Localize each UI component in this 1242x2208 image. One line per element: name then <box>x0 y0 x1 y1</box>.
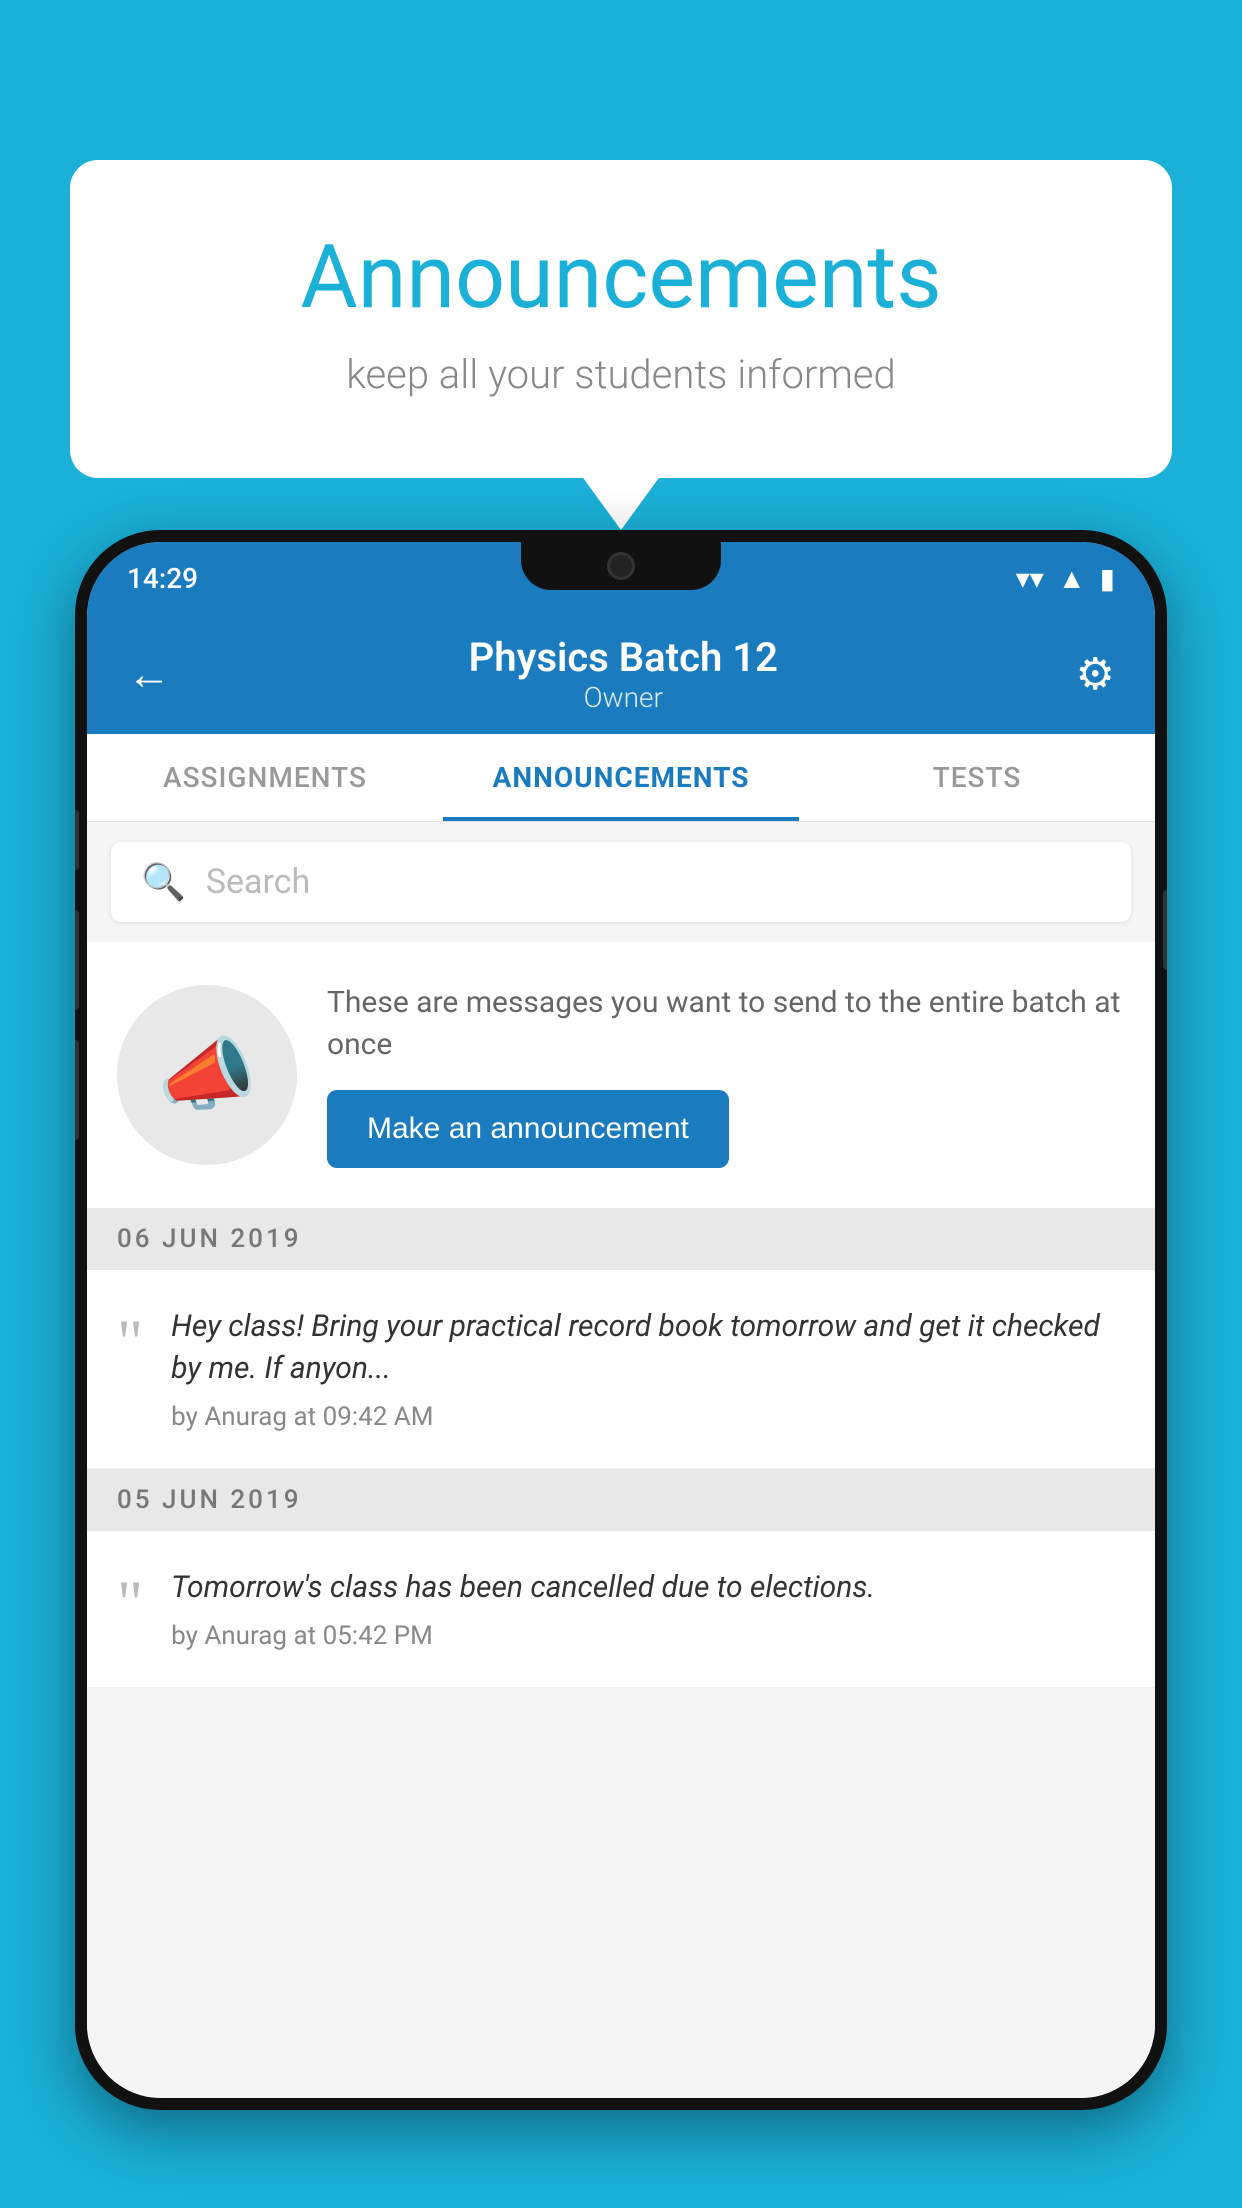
speech-bubble: Announcements keep all your students inf… <box>70 160 1172 478</box>
search-bar[interactable]: 🔍 Search <box>111 842 1131 922</box>
announcement-meta-2: by Anurag at 05:42 PM <box>171 1621 1125 1651</box>
bubble-subtitle: keep all your students informed <box>150 351 1092 398</box>
mute-button <box>75 810 79 870</box>
tab-tests[interactable]: TESTS <box>799 734 1155 821</box>
megaphone-icon: 📣 <box>157 1028 257 1122</box>
announcement-meta-1: by Anurag at 09:42 AM <box>171 1402 1125 1432</box>
status-icons: ▾▾ ▲ ▮ <box>1016 562 1115 595</box>
search-input[interactable]: Search <box>206 862 310 902</box>
promo-description: These are messages you want to send to t… <box>327 982 1125 1066</box>
announcement-text-1: Hey class! Bring your practical record b… <box>171 1306 1125 1390</box>
wifi-icon: ▾▾ <box>1016 562 1044 595</box>
header-subtitle: Owner <box>469 681 778 714</box>
tabs-bar: ASSIGNMENTS ANNOUNCEMENTS TESTS <box>87 734 1155 822</box>
announcement-item-2[interactable]: " Tomorrow's class has been cancelled du… <box>87 1531 1155 1688</box>
date-divider-1: 06 JUN 2019 <box>87 1208 1155 1270</box>
promo-content: These are messages you want to send to t… <box>327 982 1125 1168</box>
front-camera <box>607 552 635 580</box>
phone-outer: 14:29 ▾▾ ▲ ▮ ← Physics Batch 12 Owner ⚙ <box>75 530 1167 2110</box>
quote-icon-2: " <box>117 1571 143 1635</box>
announcement-text-2: Tomorrow's class has been cancelled due … <box>171 1567 1125 1609</box>
tab-announcements[interactable]: ANNOUNCEMENTS <box>443 734 799 821</box>
bubble-title: Announcements <box>150 230 1092 327</box>
date-divider-2: 05 JUN 2019 <box>87 1469 1155 1531</box>
signal-icon: ▲ <box>1058 562 1086 595</box>
promo-card: 📣 These are messages you want to send to… <box>87 942 1155 1208</box>
header-title-group: Physics Batch 12 Owner <box>469 634 778 714</box>
app-header: ← Physics Batch 12 Owner ⚙ <box>87 614 1155 734</box>
header-title: Physics Batch 12 <box>469 634 778 681</box>
phone-wrapper: 14:29 ▾▾ ▲ ▮ ← Physics Batch 12 Owner ⚙ <box>75 530 1167 2208</box>
back-button[interactable]: ← <box>127 648 171 700</box>
volume-up-button <box>75 910 79 1010</box>
volume-down-button <box>75 1040 79 1140</box>
battery-icon: ▮ <box>1100 562 1115 595</box>
screen-content: 🔍 Search 📣 These are messages you want t… <box>87 822 1155 2098</box>
notch <box>521 542 721 590</box>
quote-icon-1: " <box>117 1310 143 1374</box>
speech-bubble-wrapper: Announcements keep all your students inf… <box>70 160 1172 478</box>
make-announcement-button[interactable]: Make an announcement <box>327 1090 729 1168</box>
megaphone-circle: 📣 <box>117 985 297 1165</box>
settings-icon[interactable]: ⚙ <box>1076 648 1115 700</box>
status-time: 14:29 <box>127 562 198 595</box>
announcement-body-1: Hey class! Bring your practical record b… <box>171 1306 1125 1432</box>
search-icon: 🔍 <box>141 861 186 903</box>
phone-inner: 14:29 ▾▾ ▲ ▮ ← Physics Batch 12 Owner ⚙ <box>87 542 1155 2098</box>
announcement-body-2: Tomorrow's class has been cancelled due … <box>171 1567 1125 1651</box>
announcement-item-1[interactable]: " Hey class! Bring your practical record… <box>87 1270 1155 1469</box>
power-button <box>1163 890 1167 970</box>
tab-assignments[interactable]: ASSIGNMENTS <box>87 734 443 821</box>
